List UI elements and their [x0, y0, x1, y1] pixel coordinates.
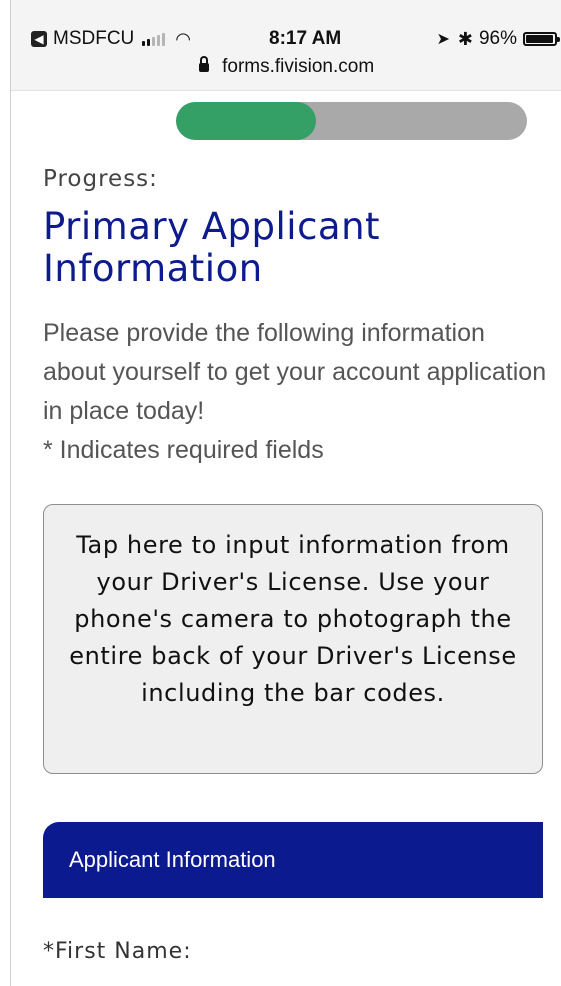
progress-bar-fill	[176, 102, 317, 140]
back-app-icon[interactable]: ◀	[31, 31, 47, 47]
mobile-screen: ◀ MSDFCU ◠ 8:17 AM ➤ ✱ 96% forms.fivisio…	[10, 0, 561, 986]
required-fields-note: * Indicates required fields	[43, 436, 324, 464]
signal-icon	[142, 32, 166, 46]
battery-percent: 96%	[478, 28, 517, 49]
signal-bar	[157, 35, 161, 46]
first-name-label: *First Name:	[43, 939, 192, 964]
scan-drivers-license-button[interactable]: Tap here to input information from your …	[43, 504, 543, 774]
signal-bar	[142, 41, 146, 46]
wifi-icon: ◠	[175, 29, 191, 49]
status-bar: ◀ MSDFCU ◠ 8:17 AM ➤ ✱ 96% forms.fivisio…	[11, 0, 561, 91]
status-right-group: ➤ ✱ 96%	[436, 28, 560, 50]
carrier-group: ◀ MSDFCU ◠	[31, 28, 191, 50]
battery-level-fill	[526, 35, 553, 43]
progress-bar	[176, 102, 527, 140]
intro-text: Please provide the following information…	[43, 319, 547, 425]
carrier-name: MSDFCU	[53, 28, 135, 49]
signal-bar	[162, 33, 166, 46]
battery-icon	[523, 32, 560, 46]
bluetooth-icon: ✱	[457, 28, 473, 49]
status-row: ◀ MSDFCU ◠ 8:17 AM ➤ ✱ 96%	[31, 28, 561, 54]
url-text: forms.fivision.com	[222, 56, 375, 77]
clock-time: 8:17 AM	[269, 28, 342, 49]
lock-icon	[198, 56, 209, 72]
page-title: Primary Applicant Information	[43, 205, 381, 290]
signal-bar	[152, 37, 156, 46]
signal-bar	[147, 39, 151, 46]
location-icon: ➤	[436, 31, 450, 48]
address-bar[interactable]: forms.fivision.com	[11, 56, 561, 78]
applicant-information-header: Applicant Information	[43, 822, 543, 898]
progress-label: Progress:	[43, 166, 158, 192]
